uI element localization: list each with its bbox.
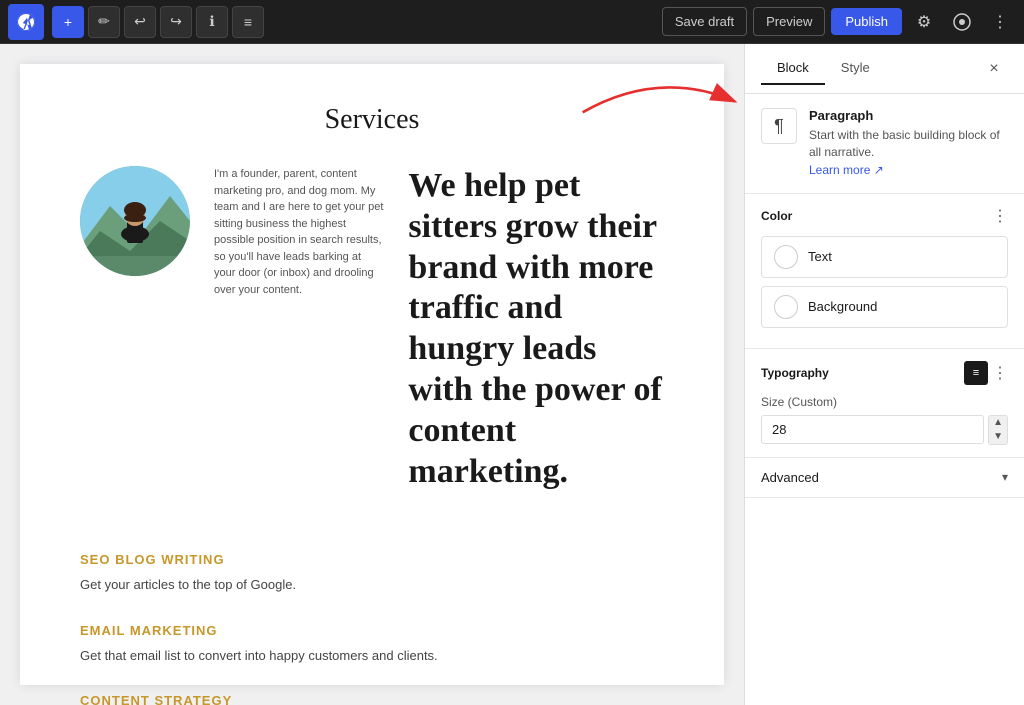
size-input[interactable] bbox=[761, 415, 984, 444]
learn-more-link[interactable]: Learn more ↗ bbox=[809, 163, 884, 177]
wordpress-logo bbox=[8, 4, 44, 40]
block-name: Paragraph bbox=[809, 108, 1008, 123]
size-spinner: ▲ ▼ bbox=[988, 415, 1008, 445]
text-color-circle bbox=[774, 245, 798, 269]
extensions-button[interactable] bbox=[946, 6, 978, 38]
color-section: Color ⋮ Text Background bbox=[745, 194, 1024, 349]
toolbar-left: + ✏ ↩ ↪ ℹ ≡ bbox=[8, 4, 662, 40]
background-color-circle bbox=[774, 295, 798, 319]
save-draft-button[interactable]: Save draft bbox=[662, 7, 747, 36]
toolbar-right: Save draft Preview Publish ⚙ ⋮ bbox=[662, 6, 1016, 38]
block-desc-text: Start with the basic building block of a… bbox=[809, 127, 1008, 161]
external-link-icon: ↗ bbox=[874, 163, 884, 177]
service-1: SEO BLOG WRITING Get your articles to th… bbox=[80, 552, 664, 595]
main-headline: We help pet sitters grow their brand wit… bbox=[408, 166, 664, 492]
info-button[interactable]: ℹ bbox=[196, 6, 228, 38]
typography-section-header: Typography ≡ ⋮ bbox=[761, 361, 1008, 385]
typography-section: Typography ≡ ⋮ Size (Custom) ▲ ▼ bbox=[745, 349, 1024, 458]
intro-section: I'm a founder, parent, content marketing… bbox=[80, 166, 664, 522]
text-color-row[interactable]: Text bbox=[761, 236, 1008, 278]
service-2: EMAIL MARKETING Get that email list to c… bbox=[80, 623, 664, 666]
page-content: Services bbox=[20, 64, 724, 685]
text-color-label: Text bbox=[808, 249, 832, 264]
advanced-section: Advanced ▾ bbox=[745, 458, 1024, 498]
edit-button[interactable]: ✏ bbox=[88, 6, 120, 38]
more-options-button[interactable]: ⋮ bbox=[984, 6, 1016, 38]
editor-wrapper: Services bbox=[0, 44, 744, 705]
editor-canvas[interactable]: Services bbox=[0, 44, 744, 705]
service-title-2: EMAIL MARKETING bbox=[80, 623, 664, 638]
size-input-row: ▲ ▼ bbox=[761, 415, 1008, 445]
typography-controls: ≡ ⋮ bbox=[964, 361, 1008, 385]
publish-button[interactable]: Publish bbox=[831, 8, 902, 35]
main-area: Services bbox=[0, 44, 1024, 705]
block-description: Paragraph Start with the basic building … bbox=[809, 108, 1008, 179]
background-color-label: Background bbox=[808, 299, 877, 314]
avatar-container bbox=[80, 166, 190, 522]
color-more-button[interactable]: ⋮ bbox=[992, 206, 1008, 226]
tab-block[interactable]: Block bbox=[761, 52, 825, 85]
add-block-button[interactable]: + bbox=[52, 6, 84, 38]
panel-tabs: Block Style bbox=[761, 52, 886, 85]
headline-block: We help pet sitters grow their brand wit… bbox=[408, 166, 664, 522]
service-title-3: CONTENT STRATEGY bbox=[80, 693, 664, 705]
toolbar: + ✏ ↩ ↪ ℹ ≡ Save draft Preview Publish ⚙… bbox=[0, 0, 1024, 44]
paragraph-icon: ¶ bbox=[761, 108, 797, 144]
block-info: ¶ Paragraph Start with the basic buildin… bbox=[745, 94, 1024, 194]
spin-down-button[interactable]: ▼ bbox=[989, 430, 1007, 444]
typography-more-button[interactable]: ⋮ bbox=[992, 361, 1008, 385]
size-label: Size (Custom) bbox=[761, 395, 1008, 409]
redo-button[interactable]: ↪ bbox=[160, 6, 192, 38]
panel-header: Block Style × bbox=[745, 44, 1024, 94]
page-title: Services bbox=[80, 104, 664, 136]
block-panel: Block Style × ¶ Paragraph Start with the… bbox=[744, 44, 1024, 705]
settings-icon-button[interactable]: ⚙ bbox=[908, 6, 940, 38]
advanced-title: Advanced bbox=[761, 470, 819, 485]
service-desc-1: Get your articles to the top of Google. bbox=[80, 575, 664, 595]
typography-section-title: Typography bbox=[761, 366, 829, 380]
color-section-header: Color ⋮ bbox=[761, 206, 1008, 226]
advanced-header[interactable]: Advanced ▾ bbox=[761, 470, 1008, 485]
spin-up-button[interactable]: ▲ bbox=[989, 416, 1007, 430]
intro-text: I'm a founder, parent, content marketing… bbox=[214, 166, 384, 298]
intro-text-block: I'm a founder, parent, content marketing… bbox=[214, 166, 384, 522]
list-view-button[interactable]: ≡ bbox=[232, 6, 264, 38]
preview-button[interactable]: Preview bbox=[753, 7, 825, 36]
tab-style[interactable]: Style bbox=[825, 52, 886, 85]
service-3: CONTENT STRATEGY A full-service offering… bbox=[80, 693, 664, 705]
color-section-title: Color bbox=[761, 209, 792, 223]
typography-preset-button[interactable]: ≡ bbox=[964, 361, 988, 385]
service-title-1: SEO BLOG WRITING bbox=[80, 552, 664, 567]
undo-button[interactable]: ↩ bbox=[124, 6, 156, 38]
chevron-down-icon: ▾ bbox=[1002, 470, 1008, 484]
background-color-row[interactable]: Background bbox=[761, 286, 1008, 328]
avatar bbox=[80, 166, 190, 276]
panel-close-button[interactable]: × bbox=[980, 55, 1008, 83]
service-desc-2: Get that email list to convert into happ… bbox=[80, 646, 664, 666]
